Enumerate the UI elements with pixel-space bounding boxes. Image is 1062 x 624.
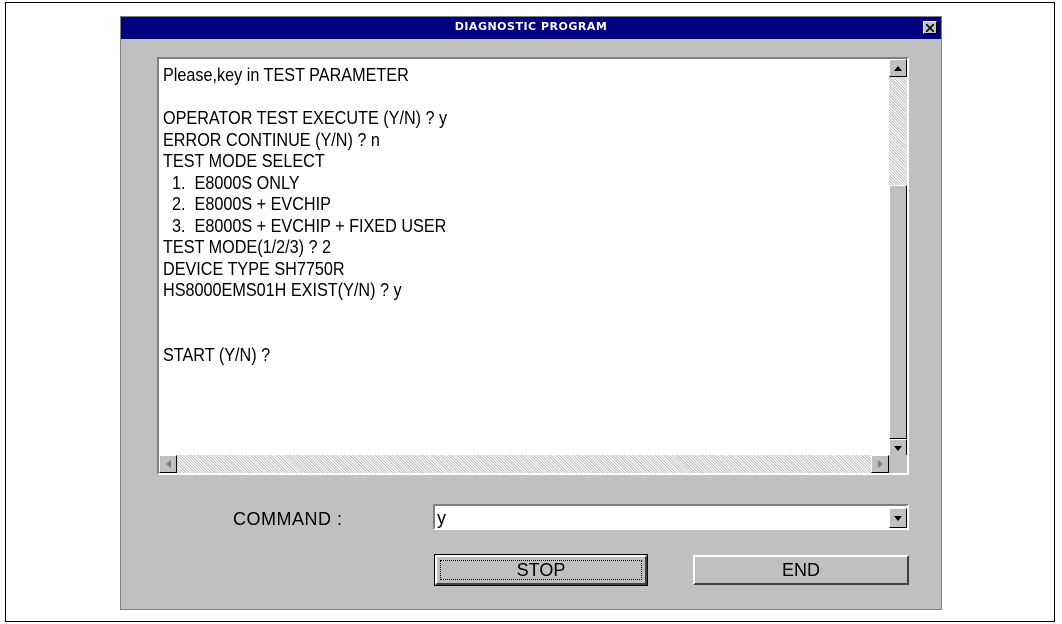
arrow-down-icon — [894, 445, 902, 451]
console-line: START (Y/N) ? — [163, 344, 271, 365]
focus-rectangle — [440, 560, 642, 580]
end-button-label: END — [781, 560, 820, 580]
console-line: DEVICE TYPE SH7750R — [163, 258, 345, 279]
stop-button[interactable]: STOP — [434, 554, 648, 586]
console-line: OPERATOR TEST EXECUTE (Y/N) ? y — [163, 108, 448, 128]
scroll-left-button[interactable] — [159, 455, 177, 473]
arrow-right-icon — [877, 460, 883, 468]
title-bar[interactable]: DIAGNOSTIC PROGRAM — [121, 17, 941, 39]
console-output[interactable]: Please,key in TEST PARAMETER OPERATOR TE… — [157, 57, 909, 475]
command-dropdown-button[interactable] — [889, 508, 907, 528]
console-line: 3. E8000S + EVCHIP + FIXED USER — [163, 215, 447, 236]
console-line: 1. E8000S ONLY — [163, 172, 300, 193]
console-line: TEST MODE SELECT — [163, 151, 325, 171]
console-line: Please,key in TEST PARAMETER — [163, 65, 409, 85]
command-label: COMMAND : — [233, 509, 343, 529]
arrow-up-icon — [894, 65, 902, 71]
scroll-up-button[interactable] — [889, 59, 907, 77]
scroll-right-button[interactable] — [871, 455, 889, 473]
window-title: DIAGNOSTIC PROGRAM — [454, 20, 608, 33]
close-icon — [926, 23, 934, 32]
close-button[interactable] — [923, 21, 937, 34]
console-line: TEST MODE(1/2/3) ? 2 — [163, 237, 332, 257]
horizontal-scrollbar[interactable] — [159, 455, 889, 473]
console-line: HS8000EMS01H EXIST(Y/N) ? y — [163, 280, 402, 300]
console-text: Please,key in TEST PARAMETER OPERATOR TE… — [163, 65, 811, 455]
console-line: ERROR CONTINUE (Y/N) ? n — [163, 129, 380, 150]
arrow-left-icon — [165, 460, 171, 468]
chevron-down-icon — [894, 515, 902, 521]
command-input[interactable]: y — [437, 508, 446, 529]
scroll-corner — [889, 455, 907, 473]
console-line: 2. E8000S + EVCHIP — [163, 194, 331, 214]
command-combobox[interactable]: y — [433, 504, 909, 530]
diagnostic-window: DIAGNOSTIC PROGRAM Please,key in TEST PA… — [120, 16, 942, 610]
vertical-scrollbar[interactable] — [889, 59, 907, 457]
vertical-scroll-thumb[interactable] — [889, 185, 907, 439]
end-button[interactable]: END — [693, 555, 909, 585]
